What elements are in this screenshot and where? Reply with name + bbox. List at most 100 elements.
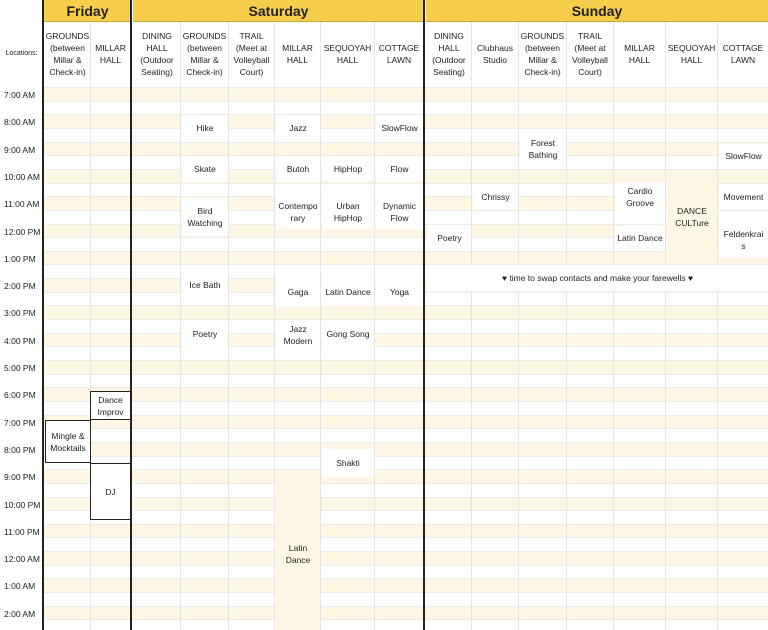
row-stripe bbox=[44, 346, 768, 361]
row-stripe bbox=[44, 469, 768, 484]
time-label: 1:00 AM bbox=[0, 578, 42, 595]
column-gridline bbox=[566, 22, 567, 630]
row-stripe bbox=[44, 373, 768, 388]
event-latin-dance-sequoyah[interactable]: Latin Dance bbox=[322, 278, 374, 306]
row-stripe bbox=[44, 578, 768, 593]
divider-saturday-left bbox=[130, 0, 132, 630]
time-label: 7:00 AM bbox=[0, 87, 42, 103]
event-dance-culture[interactable]: DANCE CULTure bbox=[667, 170, 717, 263]
row-stripe bbox=[44, 496, 768, 511]
row-gridline bbox=[0, 551, 768, 553]
event-slowflow-sun[interactable]: SlowFlow bbox=[719, 144, 768, 168]
row-gridline bbox=[0, 605, 768, 607]
col-sat-cottage: COTTAGE LAWN bbox=[375, 22, 423, 86]
day-header-sunday: Sunday bbox=[426, 0, 768, 22]
event-chrissy[interactable]: Chrissy bbox=[473, 184, 518, 210]
time-label: 2:00 AM bbox=[0, 605, 42, 622]
event-dj[interactable]: DJ bbox=[90, 463, 131, 520]
col-sun-clubhaus: Clubhaus Studio bbox=[472, 22, 518, 86]
event-movement[interactable]: Movement bbox=[719, 184, 768, 210]
col-sat-sequoyah: SEQUOYAH HALL bbox=[321, 22, 374, 86]
event-feldenkrais[interactable]: Feldenkrai s bbox=[719, 222, 768, 258]
event-slowflow-sat[interactable]: SlowFlow bbox=[376, 115, 423, 141]
row-gridline bbox=[0, 100, 768, 102]
column-gridline bbox=[613, 22, 614, 630]
row-stripe bbox=[44, 250, 768, 265]
column-gridline bbox=[320, 22, 321, 630]
event-sun-poetry[interactable]: Poetry bbox=[428, 225, 471, 251]
event-gaga[interactable]: Gaga bbox=[276, 277, 320, 307]
time-label: 10:00 AM bbox=[0, 168, 42, 185]
row-stripe bbox=[44, 619, 768, 630]
row-gridline bbox=[0, 319, 768, 321]
row-stripe bbox=[44, 482, 768, 497]
time-label: 4:00 PM bbox=[0, 332, 42, 349]
row-gridline bbox=[0, 428, 768, 430]
column-gridline bbox=[374, 22, 375, 630]
row-gridline bbox=[0, 592, 768, 594]
col-sun-sequoyah: SEQUOYAH HALL bbox=[666, 22, 717, 86]
event-bird-watching[interactable]: Bird Watching bbox=[182, 198, 228, 236]
event-jazz[interactable]: Jazz bbox=[276, 115, 320, 141]
event-cardio-groove[interactable]: Cardio Groove bbox=[615, 182, 665, 212]
day-header-saturday: Saturday bbox=[133, 0, 424, 22]
column-gridline bbox=[90, 22, 91, 630]
event-dynamic-flow[interactable]: Dynamic Flow bbox=[376, 195, 423, 229]
event-dance-improv[interactable]: Dance Improv bbox=[90, 391, 131, 420]
time-label: 12:00 PM bbox=[0, 223, 42, 240]
row-stripe bbox=[44, 100, 768, 115]
event-hiphop[interactable]: HipHop bbox=[322, 157, 374, 181]
event-urban-hiphop[interactable]: Urban HipHop bbox=[322, 195, 374, 229]
time-label: 9:00 AM bbox=[0, 141, 42, 158]
event-skate[interactable]: Skate bbox=[182, 157, 228, 181]
event-gong-song[interactable]: Gong Song bbox=[322, 320, 374, 348]
time-label: 11:00 PM bbox=[0, 523, 42, 540]
event-flow[interactable]: Flow bbox=[376, 157, 423, 181]
row-gridline bbox=[0, 141, 768, 143]
col-sun-cottage: COTTAGE LAWN bbox=[718, 22, 768, 86]
row-gridline bbox=[0, 250, 768, 252]
column-gridline bbox=[274, 22, 275, 630]
column-gridline bbox=[180, 22, 181, 630]
row-gridline bbox=[0, 346, 768, 348]
col-sun-millar: MILLAR HALL bbox=[614, 22, 665, 86]
row-gridline bbox=[0, 537, 768, 539]
day-header-friday: Friday bbox=[44, 0, 131, 22]
time-label: 6:00 PM bbox=[0, 387, 42, 404]
event-sat-poetry[interactable]: Poetry bbox=[182, 320, 228, 348]
row-gridline bbox=[0, 360, 768, 361]
row-stripe bbox=[44, 523, 768, 538]
event-ice-bath[interactable]: Ice Bath bbox=[182, 266, 228, 304]
col-sat-trail: TRAIL (Meet at Volleyball Court) bbox=[229, 22, 274, 86]
event-hike[interactable]: Hike bbox=[182, 115, 228, 141]
column-gridline bbox=[665, 22, 666, 630]
event-mingle-mocktails[interactable]: Mingle & Mocktails bbox=[45, 420, 91, 463]
row-stripe bbox=[44, 510, 768, 525]
row-stripe bbox=[44, 332, 768, 347]
column-gridline bbox=[717, 22, 718, 630]
event-forest-bathing[interactable]: Forest Bathing bbox=[520, 132, 566, 166]
time-label: 2:00 PM bbox=[0, 278, 42, 295]
event-latin-dance-sun[interactable]: Latin Dance bbox=[615, 226, 665, 250]
row-stripe bbox=[44, 441, 768, 457]
event-butoh[interactable]: Butoh bbox=[276, 157, 320, 181]
col-fri-millar: MILLAR HALL bbox=[91, 22, 130, 86]
row-gridline bbox=[0, 523, 768, 525]
time-label: 9:00 PM bbox=[0, 469, 42, 486]
row-gridline bbox=[0, 87, 768, 88]
time-label: 7:00 PM bbox=[0, 414, 42, 431]
event-yoga[interactable]: Yoga bbox=[376, 278, 423, 306]
event-shakti[interactable]: Shakti bbox=[322, 449, 374, 477]
row-gridline bbox=[0, 332, 768, 334]
col-sun-dining: DINING HALL (Outdoor Seating) bbox=[427, 22, 471, 86]
event-jazz-modern[interactable]: Jazz Modern bbox=[276, 320, 320, 350]
schedule-sheet: Friday Saturday Sunday Locations: GROUND… bbox=[0, 0, 768, 630]
column-gridline bbox=[228, 22, 229, 630]
event-contemporary[interactable]: Contempo rary bbox=[276, 195, 320, 229]
event-latin-dance-sat-millar[interactable]: Latin Dance bbox=[276, 478, 320, 630]
time-label: 3:00 PM bbox=[0, 305, 42, 322]
row-stripe bbox=[44, 141, 768, 156]
time-label: 1:00 PM bbox=[0, 250, 42, 267]
divider-sunday-left bbox=[423, 0, 425, 630]
row-stripe bbox=[44, 360, 768, 375]
